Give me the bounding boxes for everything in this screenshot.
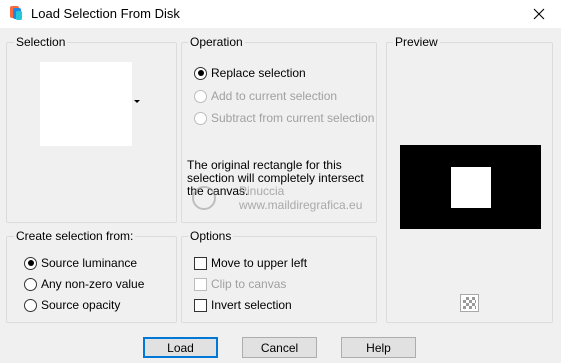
options-group-label: Options (188, 229, 234, 243)
selection-group-label: Selection (14, 35, 68, 49)
cancel-button[interactable]: Cancel (242, 337, 317, 358)
thumbnail-dropdown-arrow-icon[interactable] (134, 100, 140, 103)
radio-label: Source opacity (41, 298, 121, 312)
move-to-upper-left-checkbox[interactable]: Move to upper left (194, 255, 307, 271)
checkbox-label: Move to upper left (211, 256, 308, 270)
checkbox-control[interactable] (194, 256, 207, 270)
replace-selection-radio[interactable]: Replace selection (194, 65, 306, 81)
app-logo-icon (10, 6, 22, 20)
radio-control[interactable] (194, 89, 207, 103)
preview-group-label: Preview (393, 35, 440, 49)
radio-control[interactable] (24, 256, 37, 270)
source-opacity-radio[interactable]: Source opacity (24, 297, 120, 313)
create-selection-from-label: Create selection from: (14, 229, 136, 243)
add-to-current-selection-radio[interactable]: Add to current selection (194, 88, 337, 104)
radio-label: Add to current selection (211, 89, 338, 103)
title-bar: Load Selection From Disk (0, 0, 561, 28)
any-non-zero-value-radio[interactable]: Any non-zero value (24, 276, 144, 292)
transparency-toggle-button[interactable] (460, 294, 479, 312)
source-luminance-radio[interactable]: Source luminance (24, 255, 137, 271)
close-button[interactable] (517, 0, 561, 28)
radio-label: Source luminance (41, 256, 138, 270)
radio-control[interactable] (24, 298, 37, 312)
preview-group: Preview (386, 35, 553, 323)
watermark-logo-icon (192, 186, 216, 210)
selection-thumbnail[interactable] (40, 62, 132, 146)
radio-label: Replace selection (211, 66, 306, 80)
preview-selection-area (451, 167, 491, 208)
clip-to-canvas-checkbox[interactable]: Clip to canvas (194, 276, 286, 292)
preview-image (400, 145, 541, 229)
radio-control[interactable] (24, 277, 37, 291)
radio-label: Any non-zero value (41, 277, 145, 291)
help-button[interactable]: Help (341, 337, 416, 358)
operation-group-label: Operation (188, 35, 245, 49)
radio-control[interactable] (194, 111, 207, 125)
subtract-from-current-selection-radio[interactable]: Subtract from current selection (194, 110, 374, 126)
selection-group: Selection (6, 35, 177, 223)
close-icon (533, 8, 545, 20)
watermark-name: Pinuccia (239, 184, 285, 198)
radio-label: Subtract from current selection (211, 111, 375, 125)
checkbox-label: Clip to canvas (211, 277, 287, 291)
invert-selection-checkbox[interactable]: Invert selection (194, 297, 292, 313)
checkbox-label: Invert selection (211, 298, 292, 312)
window-title: Load Selection From Disk (31, 6, 180, 21)
radio-control[interactable] (194, 66, 207, 80)
transparency-checker-icon (463, 297, 476, 309)
checkbox-control[interactable] (194, 298, 207, 312)
checkbox-control[interactable] (194, 277, 207, 291)
load-button[interactable]: Load (143, 337, 218, 358)
watermark-url: www.maildiregrafica.eu (239, 198, 363, 212)
